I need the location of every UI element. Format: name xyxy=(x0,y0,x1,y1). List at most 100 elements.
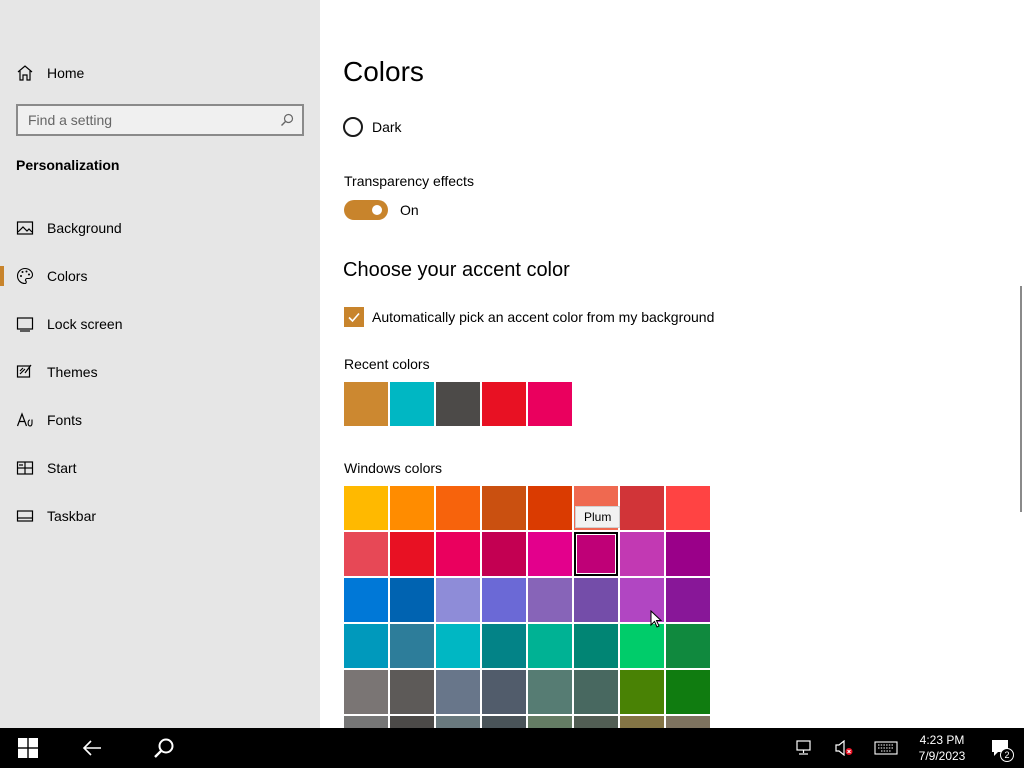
colors-page: Colors Dark Transparency effects On Choo… xyxy=(320,0,1024,728)
windows-color-swatch[interactable] xyxy=(528,716,572,728)
network-icon xyxy=(796,740,811,755)
windows-color-swatch[interactable] xyxy=(574,532,618,576)
settings-sidebar: Home Personalization Background Colors L… xyxy=(0,0,320,728)
dark-option-label: Dark xyxy=(372,119,402,135)
clock[interactable]: 4:23 PM 7/9/2023 xyxy=(912,732,972,764)
windows-color-swatch[interactable] xyxy=(666,670,710,714)
taskbar: 4:23 PM 7/9/2023 2 xyxy=(0,728,1024,768)
windows-color-swatch[interactable] xyxy=(528,486,572,530)
windows-color-swatch[interactable] xyxy=(482,624,526,668)
nav-list: Background Colors Lock screen Themes Fon… xyxy=(0,204,320,540)
transparency-state-label: On xyxy=(400,202,419,218)
windows-color-swatch[interactable] xyxy=(390,532,434,576)
lock-screen-icon xyxy=(16,317,34,332)
recent-color-swatch[interactable] xyxy=(344,382,388,426)
transparency-toggle[interactable] xyxy=(344,200,388,220)
sidebar-item-taskbar[interactable]: Taskbar xyxy=(0,492,320,540)
windows-colors-label: Windows colors xyxy=(344,460,443,476)
windows-color-swatch[interactable] xyxy=(620,486,664,530)
windows-color-swatch[interactable] xyxy=(390,624,434,668)
windows-color-swatch[interactable] xyxy=(390,578,434,622)
windows-color-swatch[interactable] xyxy=(528,624,572,668)
palette-icon xyxy=(17,267,34,285)
windows-color-swatch[interactable] xyxy=(574,578,618,622)
sidebar-item-colors[interactable]: Colors xyxy=(0,252,320,300)
windows-color-swatch[interactable] xyxy=(528,670,572,714)
windows-color-swatch[interactable] xyxy=(436,716,480,728)
windows-color-swatch[interactable] xyxy=(390,670,434,714)
home-icon xyxy=(17,65,33,81)
recent-color-swatch[interactable] xyxy=(390,382,434,426)
volume-tray-button[interactable] xyxy=(824,728,864,768)
section-title: Personalization xyxy=(16,157,120,173)
windows-color-swatch[interactable] xyxy=(436,670,480,714)
recent-color-swatch[interactable] xyxy=(482,382,526,426)
recent-color-swatch[interactable] xyxy=(436,382,480,426)
search-icon[interactable] xyxy=(280,113,294,127)
windows-color-swatch[interactable] xyxy=(344,624,388,668)
auto-accent-option[interactable]: Automatically pick an accent color from … xyxy=(344,307,714,327)
sidebar-item-start[interactable]: Start xyxy=(0,444,320,492)
windows-color-swatch[interactable] xyxy=(620,532,664,576)
windows-color-swatch[interactable] xyxy=(574,716,618,728)
keyboard-tray-button[interactable] xyxy=(864,728,908,768)
windows-color-swatch[interactable] xyxy=(436,486,480,530)
windows-color-swatch[interactable] xyxy=(482,578,526,622)
windows-color-swatch[interactable] xyxy=(482,716,526,728)
themes-icon xyxy=(16,364,32,378)
windows-color-swatch[interactable] xyxy=(482,670,526,714)
windows-color-swatch[interactable] xyxy=(482,532,526,576)
transparency-label: Transparency effects xyxy=(344,173,474,189)
windows-color-swatch[interactable] xyxy=(666,578,710,622)
sidebar-item-label: Start xyxy=(47,460,77,476)
notification-count-badge: 2 xyxy=(1000,748,1014,762)
auto-accent-label: Automatically pick an accent color from … xyxy=(372,309,715,325)
windows-color-swatch[interactable] xyxy=(666,486,710,530)
sidebar-item-label: Taskbar xyxy=(47,508,97,524)
windows-color-swatch[interactable] xyxy=(344,578,388,622)
sidebar-item-lock-screen[interactable]: Lock screen xyxy=(0,300,320,348)
swatch-tooltip: Plum xyxy=(575,506,621,528)
windows-color-swatch[interactable] xyxy=(344,716,388,728)
action-center-button[interactable]: 2 xyxy=(976,728,1024,768)
sidebar-item-label: Fonts xyxy=(47,412,83,428)
network-tray-button[interactable] xyxy=(784,728,824,768)
clock-date: 7/9/2023 xyxy=(918,749,966,763)
windows-color-swatch[interactable] xyxy=(436,532,480,576)
search-icon xyxy=(154,738,174,758)
sidebar-item-fonts[interactable]: Fonts xyxy=(0,396,320,444)
scrollbar[interactable] xyxy=(1020,286,1022,512)
windows-color-swatch[interactable] xyxy=(666,624,710,668)
recent-colors-row xyxy=(344,382,572,426)
windows-color-swatch[interactable] xyxy=(344,532,388,576)
windows-color-swatch[interactable] xyxy=(620,716,664,728)
windows-color-swatch[interactable] xyxy=(528,578,572,622)
windows-color-swatch[interactable] xyxy=(620,670,664,714)
windows-color-swatch[interactable] xyxy=(574,624,618,668)
windows-color-swatch[interactable] xyxy=(436,624,480,668)
windows-color-swatch[interactable] xyxy=(528,532,572,576)
windows-color-swatch[interactable] xyxy=(666,532,710,576)
windows-color-swatch[interactable] xyxy=(344,486,388,530)
back-button[interactable] xyxy=(56,728,128,768)
start-button[interactable] xyxy=(0,728,56,768)
dark-radio-button[interactable] xyxy=(343,117,363,137)
nav-home[interactable]: Home xyxy=(16,60,84,86)
windows-color-swatch[interactable] xyxy=(344,670,388,714)
windows-color-swatch[interactable] xyxy=(390,716,434,728)
windows-color-swatch[interactable] xyxy=(620,624,664,668)
search-button[interactable] xyxy=(128,728,200,768)
windows-color-swatch[interactable] xyxy=(666,716,710,728)
sidebar-item-label: Colors xyxy=(47,268,88,284)
auto-accent-checkbox[interactable] xyxy=(344,307,364,327)
sidebar-item-background[interactable]: Background xyxy=(0,204,320,252)
recent-color-swatch[interactable] xyxy=(528,382,572,426)
dark-mode-option[interactable]: Dark xyxy=(343,117,402,137)
windows-color-swatch[interactable] xyxy=(482,486,526,530)
search-box[interactable] xyxy=(16,104,304,136)
search-input[interactable] xyxy=(28,112,280,128)
windows-color-swatch[interactable] xyxy=(574,670,618,714)
windows-color-swatch[interactable] xyxy=(390,486,434,530)
sidebar-item-themes[interactable]: Themes xyxy=(0,348,320,396)
windows-color-swatch[interactable] xyxy=(436,578,480,622)
